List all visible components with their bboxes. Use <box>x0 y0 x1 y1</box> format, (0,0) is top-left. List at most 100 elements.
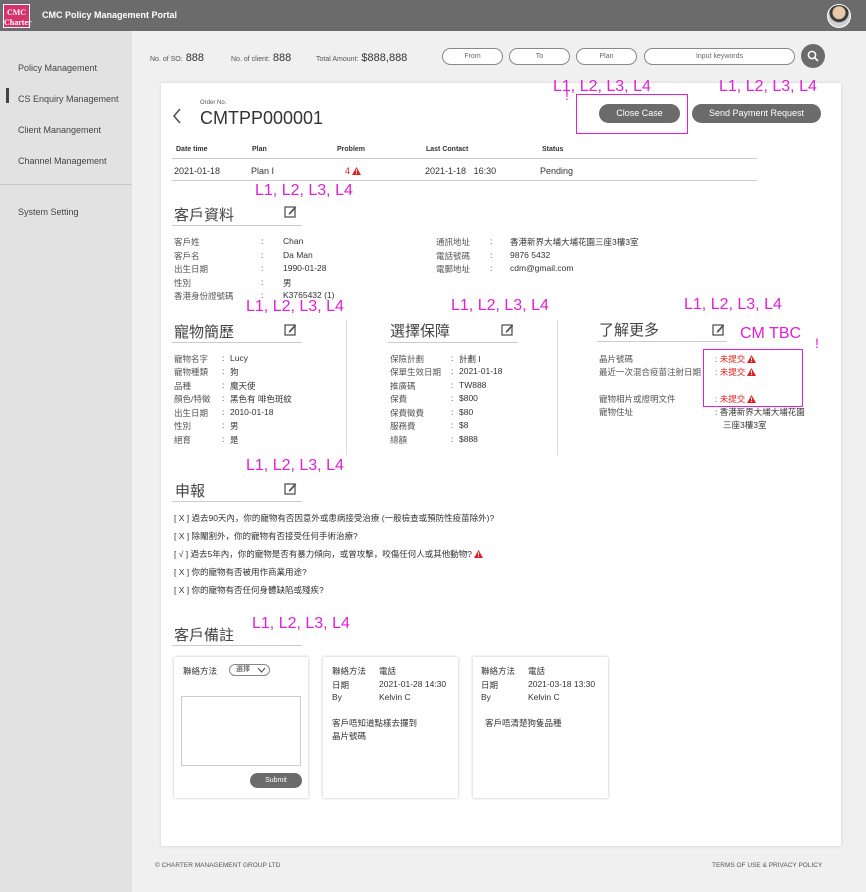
edit-icon[interactable] <box>284 205 297 218</box>
warning-icon <box>747 368 757 376</box>
send-payment-request-button[interactable]: Send Payment Request <box>692 104 821 123</box>
row-last-contact: 2021-1-18 16:30 <box>425 166 497 176</box>
cmc-logo[interactable]: CMC Charter <box>3 4 32 28</box>
plan-label: 保費徵費 <box>390 408 425 418</box>
annotation-levels: L1, L2, L3, L4 <box>719 78 817 95</box>
to-date-filter[interactable]: To <box>509 48 570 65</box>
sidebar-item-system-setting[interactable]: System Setting <box>18 207 79 217</box>
customer-email: cdm@gmail.com <box>510 263 574 273</box>
submit-button[interactable]: Submit <box>250 773 302 788</box>
edit-icon[interactable] <box>501 323 514 336</box>
pet-label: 性別 <box>174 421 192 431</box>
contact-method-label: 聯絡方法 <box>183 666 218 676</box>
plan-label: 服務費 <box>390 421 416 431</box>
customer-label: 電郵地址 <box>436 264 471 274</box>
customer-phone: 9876 5432 <box>510 250 551 260</box>
sidebar-item-cs-enquiry-management[interactable]: CS Enquiry Management <box>18 94 119 104</box>
note-by-label: By <box>332 692 342 702</box>
section-underline <box>172 342 302 343</box>
pet-dob: 2010-01-18 <box>230 407 274 417</box>
terms-link[interactable]: TERMS OF USE & PRIVACY POLICY <box>712 862 822 869</box>
customer-given-name: Da Man <box>283 250 313 260</box>
note-textarea[interactable] <box>181 696 301 766</box>
note-by: Kelvin C <box>528 692 560 702</box>
pet-label: 寵物名字 <box>174 354 209 364</box>
customer-surname: Chan <box>283 236 304 246</box>
warning-icon <box>352 167 362 175</box>
annotation-levels: L1, L2, L3, L4 <box>246 298 344 315</box>
pet-label: 寵物種類 <box>174 367 209 377</box>
customer-address: 香港新界大埔大埔花園三座3樓3室 <box>510 237 639 247</box>
annotation-cm-tbc: CM TBC <box>740 325 802 342</box>
plan-label: 總額 <box>390 435 408 445</box>
search-button[interactable] <box>801 44 825 68</box>
sidebar-item-client-management[interactable]: Client Manangement <box>18 125 101 135</box>
section-underline <box>172 225 302 226</box>
customer-gender: 男 <box>283 278 292 288</box>
keyword-search-input[interactable]: Input keywords <box>644 48 795 65</box>
declaration-item: [ X ] 你的寵物有否任何身體缺陷或殘疾? <box>174 585 324 595</box>
sidebar-item-channel-management[interactable]: Channel Management <box>18 156 107 166</box>
plan-promo-code: TW888 <box>459 380 487 390</box>
edit-icon[interactable] <box>284 482 297 495</box>
declaration-item-flagged: [ √ ] 過去5年內，你的寵物是否有暴力傾向，或曾攻擊，咬傷任何人或其他動物? <box>174 548 483 560</box>
pet-photo-status: : 未提交 <box>715 393 757 405</box>
table-header-last-contact: Last Contact <box>426 146 469 153</box>
back-arrow-icon[interactable] <box>172 107 182 125</box>
row-plan: Plan I <box>251 166 275 176</box>
section-underline <box>172 501 302 502</box>
plan-label: 保費 <box>390 394 408 404</box>
annotation-exclaim: ! <box>815 335 819 351</box>
annotation-levels: L1, L2, L3, L4 <box>252 615 350 632</box>
note-date: 2021-01-28 14:30 <box>379 679 447 689</box>
plan-label: 推廣碼 <box>390 381 416 391</box>
customer-label: 通訊地址 <box>436 237 471 247</box>
sidebar-item-policy-management[interactable]: Policy Management <box>18 63 97 73</box>
copyright: © CHARTER MANAGEMENT GROUP LTD <box>155 862 281 869</box>
annotation-levels: L1, L2, L3, L4 <box>255 182 353 199</box>
stat-amount: Total Amount: $888,888 <box>316 52 408 64</box>
edit-icon[interactable] <box>712 323 725 336</box>
declaration-item: [ X ] 過去90天內，你的寵物有否因意外或患病接受治療 (一般檢查或預防性疫… <box>174 513 495 523</box>
user-avatar[interactable] <box>827 4 851 28</box>
more-label: 寵物住址 <box>599 407 634 417</box>
annotation-levels: L1, L2, L3, L4 <box>684 296 782 313</box>
pet-label: 絕育 <box>174 435 192 445</box>
note-date: 2021-03-18 13:30 <box>528 679 596 689</box>
contact-method-select[interactable]: 選擇 <box>229 664 270 676</box>
warning-icon <box>747 355 757 363</box>
note-method: 電話 <box>379 666 397 676</box>
plan-filter[interactable]: Plan <box>576 48 637 65</box>
active-indicator <box>6 88 9 103</box>
plan-total: $888 <box>459 434 478 444</box>
top-bar: CMC Charter CMC Policy Management Portal <box>0 0 866 31</box>
table-header-problem: Problem <box>337 146 366 153</box>
pet-address: : 香港新界大埔大埔花園 <box>715 407 805 417</box>
vaccine-date-status: : 未提交 <box>715 366 757 378</box>
note-body: 客戶唔知道點樣去攞到 <box>332 718 418 728</box>
edit-icon[interactable] <box>284 323 297 336</box>
customer-section-title: 客戶資料 <box>174 207 235 224</box>
row-problem[interactable]: 4 <box>345 166 362 176</box>
note-body: 客戶唔清楚狗隻品種 <box>485 718 562 728</box>
pet-gender: 男 <box>230 421 239 431</box>
pet-label: 顏色/特徵 <box>174 394 211 404</box>
warning-icon <box>747 395 757 403</box>
declaration-section-title: 申報 <box>175 483 206 500</box>
pet-label: 出生日期 <box>174 408 209 418</box>
stat-so: No. of SO: 888 <box>150 52 205 64</box>
customer-label: 客戶姓 <box>174 237 200 247</box>
plan-effective-date: 2021-01-18 <box>459 366 503 376</box>
note-body: 晶片號碼 <box>332 731 367 741</box>
pet-name: Lucy <box>230 353 248 363</box>
annotation-levels: L1, L2, L3, L4 <box>246 457 344 474</box>
plan-label: 保險計劃 <box>390 354 425 364</box>
pet-type: 狗 <box>230 367 239 377</box>
plan-levy: $80 <box>459 407 474 417</box>
note-method-label: 聯絡方法 <box>481 666 516 676</box>
note-method: 電話 <box>528 666 546 676</box>
table-divider <box>172 158 757 159</box>
from-date-filter[interactable]: From <box>442 48 503 65</box>
plan-premium: $800 <box>459 393 478 403</box>
warning-icon <box>473 550 483 558</box>
